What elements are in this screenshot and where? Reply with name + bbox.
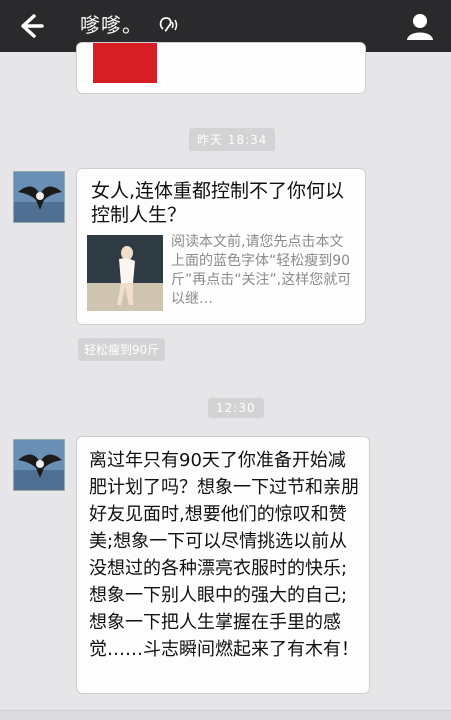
profile-icon[interactable] (404, 10, 436, 42)
timestamp: 昨天 18:34 (189, 128, 276, 151)
previous-message-image (93, 43, 157, 83)
previous-message-bubble[interactable] (76, 42, 366, 94)
article-description: 阅读本文前,请您先点击本文上面的蓝色字体“轻松瘦到90斤”再点击“关注”,这样您… (171, 234, 352, 307)
chat-area[interactable]: 昨天 18:34 女人,连体重都控制不了你何以控制人生？ 阅读本文前,请您先点击… (0, 42, 451, 720)
message-text: 离过年只有90天了你准备开始减肥计划了吗？想象一下过节和亲朋好友见面时,想要他们… (89, 450, 359, 660)
article-thumbnail (87, 235, 163, 311)
article-source-label[interactable]: 轻松瘦到90斤 (78, 338, 166, 361)
article-card[interactable]: 女人,连体重都控制不了你何以控制人生？ 阅读本文前,请您先点击本文上面的蓝色字体… (76, 168, 366, 325)
back-arrow-icon[interactable] (14, 11, 46, 41)
avatar[interactable] (13, 171, 65, 223)
chat-title: 嗲嗲。 (80, 13, 143, 37)
avatar[interactable] (13, 439, 65, 491)
article-title: 女人,连体重都控制不了你何以控制人生？ (91, 180, 345, 226)
timestamp: 12:30 (208, 398, 264, 418)
ear-mode-icon (156, 14, 178, 36)
text-message-bubble[interactable]: 离过年只有90天了你准备开始减肥计划了吗？想象一下过节和亲朋好友见面时,想要他们… (76, 436, 370, 694)
